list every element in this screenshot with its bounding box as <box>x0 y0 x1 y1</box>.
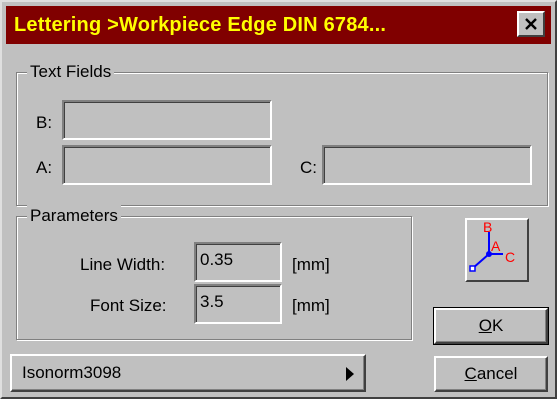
field-b-label: B: <box>36 113 53 132</box>
cancel-label-rest: ancel <box>476 364 518 383</box>
template-selector-value: Isonorm3098 <box>22 363 122 382</box>
close-icon <box>525 18 537 30</box>
title-bar[interactable]: Lettering >Workpiece Edge DIN 6784... <box>6 6 551 44</box>
font-size-label: Font Size: <box>90 296 167 315</box>
edge-axes-button[interactable]: B A C <box>465 218 529 282</box>
ok-label-rest: K <box>491 316 504 335</box>
lettering-dialog: Lettering >Workpiece Edge DIN 6784... Te… <box>0 0 557 399</box>
font-size-unit: [mm] <box>292 296 330 315</box>
field-a-input[interactable] <box>62 145 272 185</box>
font-size-input[interactable]: 3.5 <box>194 284 282 324</box>
parameters-group-label: Parameters <box>27 205 121 227</box>
cancel-mnemonic: C <box>464 364 477 383</box>
line-width-unit: [mm] <box>292 255 330 274</box>
line-width-input[interactable]: 0.35 <box>194 242 282 282</box>
field-c-input[interactable] <box>322 145 532 185</box>
ok-button[interactable]: OK <box>433 307 549 345</box>
axis-label-c: C <box>505 249 515 265</box>
edge-axes-icon: B A C <box>469 219 515 272</box>
axis-label-a: A <box>491 238 501 254</box>
template-selector[interactable]: Isonorm3098 <box>10 354 366 392</box>
field-a-label: A: <box>36 158 53 177</box>
cancel-button[interactable]: Cancel <box>434 356 548 392</box>
axis-label-b: B <box>483 220 492 235</box>
close-button[interactable] <box>517 11 545 37</box>
line-width-label: Line Width: <box>80 255 166 274</box>
text-fields-group-label: Text Fields <box>27 61 115 83</box>
field-c-label: C: <box>300 158 317 177</box>
ok-mnemonic: O <box>478 316 492 335</box>
field-b-input[interactable] <box>62 100 272 140</box>
chevron-right-icon <box>346 367 354 381</box>
window-title: Lettering >Workpiece Edge DIN 6784... <box>14 14 387 36</box>
